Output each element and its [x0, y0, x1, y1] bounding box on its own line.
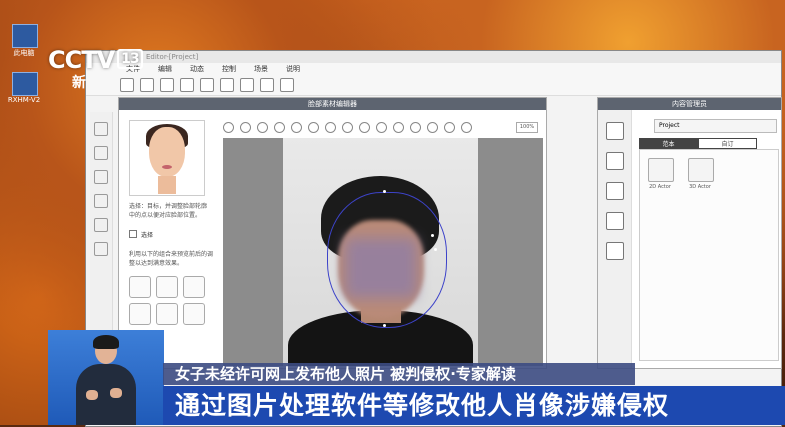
menu-bar: 文件 编辑 动态 控制 场景 说明: [86, 63, 781, 75]
paste-icon[interactable]: [342, 121, 353, 133]
desktop-icon-label: 此电脑: [13, 49, 35, 57]
content-list: 2D Actor 3D Actor: [639, 149, 779, 361]
motion-icon[interactable]: [605, 182, 624, 200]
hand-icon[interactable]: [393, 121, 404, 133]
actor-icon[interactable]: [605, 152, 624, 170]
preset-button[interactable]: [183, 303, 205, 325]
app-title: Editor-[Project]: [86, 51, 781, 63]
checkbox-label: 选择: [141, 232, 154, 239]
content-panel-title: 内容管理员: [598, 98, 781, 110]
photo-canvas[interactable]: [223, 138, 543, 366]
menu-animation[interactable]: 动态: [190, 63, 204, 75]
mesh-icon[interactable]: [94, 170, 108, 184]
headline-caption: 女子未经许可网上发布他人照片 被判侵权·专家解读: [163, 363, 635, 385]
import-icon[interactable]: [180, 78, 194, 92]
actor-card[interactable]: [688, 158, 714, 182]
left-tool-strip: [90, 112, 113, 362]
actor-card[interactable]: [648, 158, 674, 182]
open-icon[interactable]: [140, 78, 154, 92]
content-manager-panel: 内容管理员 Project 范本 自订 2D Actor 3D Actor: [597, 97, 782, 369]
grid-icon[interactable]: [461, 121, 472, 133]
undo-icon[interactable]: [240, 121, 251, 133]
fit-icon[interactable]: [94, 218, 108, 232]
save-icon[interactable]: [160, 78, 174, 92]
contour-point[interactable]: [383, 190, 386, 193]
preset-button[interactable]: [183, 276, 205, 298]
desktop-icon-2[interactable]: [12, 72, 38, 96]
logo-text: CCTV: [48, 46, 115, 74]
canvas-toolbar: [223, 120, 539, 134]
refresh-icon[interactable]: [223, 121, 234, 133]
desktop-icon-label: RXHM-V2: [7, 96, 41, 104]
instruction-text: 选择：目标，并调整脸部轮廓中的点以便对应脸部位置。: [129, 203, 208, 219]
contour-point[interactable]: [431, 234, 434, 237]
add-point-icon[interactable]: [274, 121, 285, 133]
face-icon[interactable]: [94, 146, 108, 160]
preset-button[interactable]: [156, 303, 178, 325]
camera-icon[interactable]: [260, 78, 274, 92]
sign-language-inset: [48, 330, 164, 425]
tab-templates[interactable]: 范本: [639, 138, 698, 149]
project-dropdown[interactable]: Project: [654, 119, 777, 133]
image-icon[interactable]: [605, 242, 624, 260]
contour-point[interactable]: [434, 248, 437, 251]
portrait-photo: [283, 138, 478, 366]
new-icon[interactable]: [120, 78, 134, 92]
menu-control[interactable]: 控制: [222, 63, 236, 75]
pointer-icon[interactable]: [308, 121, 319, 133]
crop-icon[interactable]: [94, 194, 108, 208]
main-toolbar: [86, 75, 781, 96]
person-icon[interactable]: [240, 78, 254, 92]
face-contour[interactable]: [327, 192, 447, 328]
redo-icon[interactable]: [257, 121, 268, 133]
contour-point[interactable]: [383, 324, 386, 327]
preset-buttons: [129, 276, 209, 325]
remove-point-icon[interactable]: [291, 121, 302, 133]
logo-subtext: 新: [72, 75, 86, 91]
desktop-icon-1[interactable]: [12, 24, 38, 48]
card-label: 3D Actor: [689, 184, 711, 190]
preset-button[interactable]: [129, 303, 151, 325]
face-editor-panel: 脸部素材编辑器 选择：目标，并调整脸部轮廓中的点以便对应脸部位置。 选择 利用以…: [118, 97, 547, 369]
copy-icon[interactable]: [325, 121, 336, 133]
instruction-text-2: 利用以下的组合来预览前后的调整以达到满意效果。: [129, 251, 214, 267]
zoom-level[interactable]: 100%: [516, 122, 538, 133]
editor-panel-title: 脸部素材编辑器: [119, 98, 546, 110]
export-icon[interactable]: [200, 78, 214, 92]
content-side-strip: [598, 110, 632, 368]
zoom-out-icon[interactable]: [410, 121, 421, 133]
arrow-icon[interactable]: [359, 121, 370, 133]
contrast-icon[interactable]: [376, 121, 387, 133]
channel-logo: CCTV 13: [48, 46, 143, 74]
settings-icon[interactable]: [220, 78, 234, 92]
preset-button[interactable]: [129, 276, 151, 298]
tab-custom[interactable]: 自订: [698, 138, 757, 149]
reference-face-image: [129, 120, 205, 196]
select-checkbox[interactable]: 选择: [129, 230, 153, 239]
fit-screen-icon[interactable]: [444, 121, 455, 133]
render-icon[interactable]: [280, 78, 294, 92]
channel-number: 13: [117, 49, 143, 69]
checkbox-box[interactable]: [129, 230, 137, 238]
prop-icon[interactable]: [605, 212, 624, 230]
zoom-in-icon[interactable]: [427, 121, 438, 133]
subtitle-caption: 通过图片处理软件等修改他人肖像涉嫌侵权: [163, 386, 785, 425]
home-icon[interactable]: [94, 122, 108, 136]
preset-button[interactable]: [156, 276, 178, 298]
card-label: 2D Actor: [649, 184, 671, 190]
back-icon[interactable]: [94, 242, 108, 256]
menu-help[interactable]: 说明: [286, 63, 300, 75]
menu-edit[interactable]: 编辑: [158, 63, 172, 75]
menu-scene[interactable]: 场景: [254, 63, 268, 75]
content-tabs: 范本 自订: [639, 138, 757, 149]
folder-icon[interactable]: [605, 122, 624, 140]
